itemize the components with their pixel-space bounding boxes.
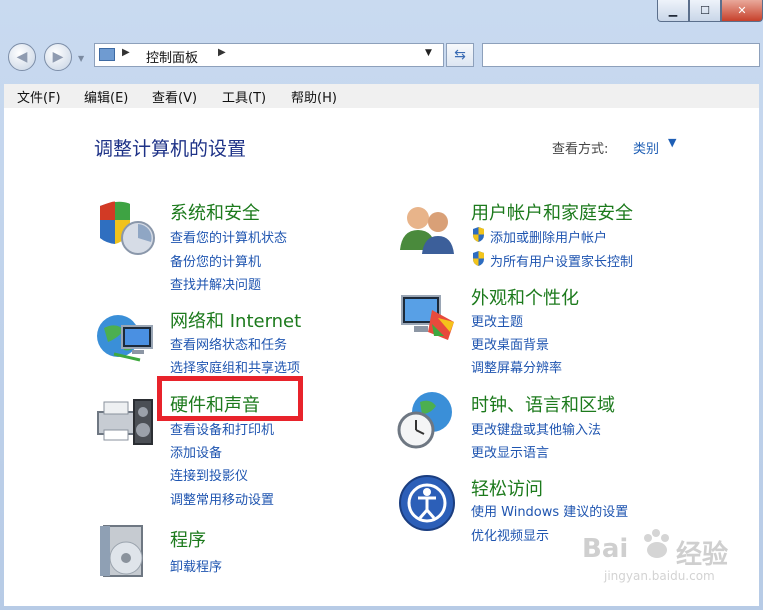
link-uninstall-program[interactable]: 卸载程序 [170,556,222,575]
category-clock-language-region[interactable]: 时钟、语言和区域 [471,391,615,417]
address-bar[interactable]: ▶ 控制面板 ▶ ▼ [94,43,444,67]
refresh-icon: ⇆ [454,47,466,63]
view-by-dropdown-icon[interactable]: ▼ [668,136,676,149]
link-optimize-visual-display[interactable]: 优化视频显示 [471,525,549,544]
link-add-device[interactable]: 添加设备 [170,442,222,461]
highlight-box [157,376,303,421]
menu-tools[interactable]: 工具(T) [222,87,266,106]
link-change-keyboard[interactable]: 更改键盘或其他输入法 [471,419,601,438]
category-appearance[interactable]: 外观和个性化 [471,284,579,310]
breadcrumb-chevron-icon[interactable]: ▶ [122,47,130,58]
category-system-security[interactable]: 系统和安全 [170,199,260,225]
link-change-theme[interactable]: 更改主题 [471,311,523,330]
page-title: 调整计算机的设置 [94,138,247,160]
programs-icon[interactable] [98,522,156,582]
breadcrumb-chevron-icon[interactable]: ▶ [218,47,226,58]
breadcrumb-control-panel[interactable]: 控制面板 [146,47,198,66]
link-windows-recommended-settings[interactable]: 使用 Windows 建议的设置 [471,501,628,520]
appearance-icon[interactable] [398,292,458,344]
menu-bar: 文件(F) 编辑(E) 查看(V) 工具(T) 帮助(H) [4,84,759,109]
maximize-button[interactable]: ☐ [689,0,721,22]
link-homegroup-sharing[interactable]: 选择家庭组和共享选项 [170,357,300,376]
menu-help[interactable]: 帮助(H) [291,87,337,106]
menu-edit[interactable]: 编辑(E) [84,87,128,106]
system-security-icon[interactable] [96,198,158,260]
link-display-language[interactable]: 更改显示语言 [471,442,549,461]
menu-file[interactable]: 文件(F) [17,87,61,106]
link-troubleshoot[interactable]: 查找并解决问题 [170,274,261,293]
link-view-network-status[interactable]: 查看网络状态和任务 [170,334,287,353]
minimize-button[interactable]: ▁ [657,0,689,22]
back-arrow-icon: ◀ [16,49,28,65]
menu-view[interactable]: 查看(V) [152,87,197,106]
uac-shield-icon [473,227,484,242]
link-screen-resolution[interactable]: 调整屏幕分辨率 [471,357,562,376]
hardware-sound-icon[interactable] [94,390,158,452]
category-network-internet[interactable]: 网络和 Internet [170,307,301,333]
title-bar: ▁ ☐ ✕ [0,0,763,36]
control-panel-icon [99,48,115,61]
watermark-brand-right: 经验 [676,540,729,570]
close-icon: ✕ [737,4,747,17]
category-programs[interactable]: 程序 [170,526,206,552]
link-check-computer-status[interactable]: 查看您的计算机状态 [170,227,287,246]
refresh-button[interactable]: ⇆ [446,43,474,67]
minimize-icon: ▁ [668,4,678,17]
maximize-icon: ☐ [700,4,710,17]
content-pane: 调整计算机的设置 查看方式: 类别 ▼ 系统和安全 查看您的计算机状态 备份您的… [4,108,759,606]
category-user-accounts[interactable]: 用户帐户和家庭安全 [471,199,633,225]
recent-pages-dropdown[interactable]: ▼ [78,54,84,63]
forward-arrow-icon: ▶ [52,49,64,65]
link-parental-controls[interactable]: 为所有用户设置家长控制 [490,251,633,270]
control-panel-window: ▁ ☐ ✕ ◀ ▶ ▼ ▶ 控制面板 ▶ ▼ ⇆ 文件(F) 编辑(E) 查看(… [0,0,763,610]
link-connect-projector[interactable]: 连接到投影仪 [170,465,248,484]
forward-button[interactable]: ▶ [44,43,72,71]
uac-shield-icon [473,251,484,266]
network-internet-icon[interactable] [94,308,158,368]
ease-of-access-icon[interactable] [398,474,456,532]
clock-language-icon[interactable] [396,388,458,450]
link-mobility-settings[interactable]: 调整常用移动设置 [170,489,274,508]
baidu-paw-logo-icon [644,529,669,558]
address-dropdown-icon[interactable]: ▼ [425,48,432,58]
user-accounts-icon[interactable] [396,200,458,256]
watermark-brand-left: Bai [582,534,629,564]
link-devices-printers[interactable]: 查看设备和打印机 [170,419,274,438]
view-by-label: 查看方式: [552,142,609,157]
search-input[interactable] [482,43,760,67]
link-add-remove-accounts[interactable]: 添加或删除用户帐户 [490,227,607,246]
watermark-url: jingyan.baidu.com [604,569,715,583]
link-backup-computer[interactable]: 备份您的计算机 [170,251,261,270]
view-by-dropdown[interactable]: 类别 [633,138,659,157]
back-button[interactable]: ◀ [8,43,36,71]
category-ease-of-access[interactable]: 轻松访问 [471,475,543,501]
link-desktop-background[interactable]: 更改桌面背景 [471,334,549,353]
close-button[interactable]: ✕ [721,0,763,22]
